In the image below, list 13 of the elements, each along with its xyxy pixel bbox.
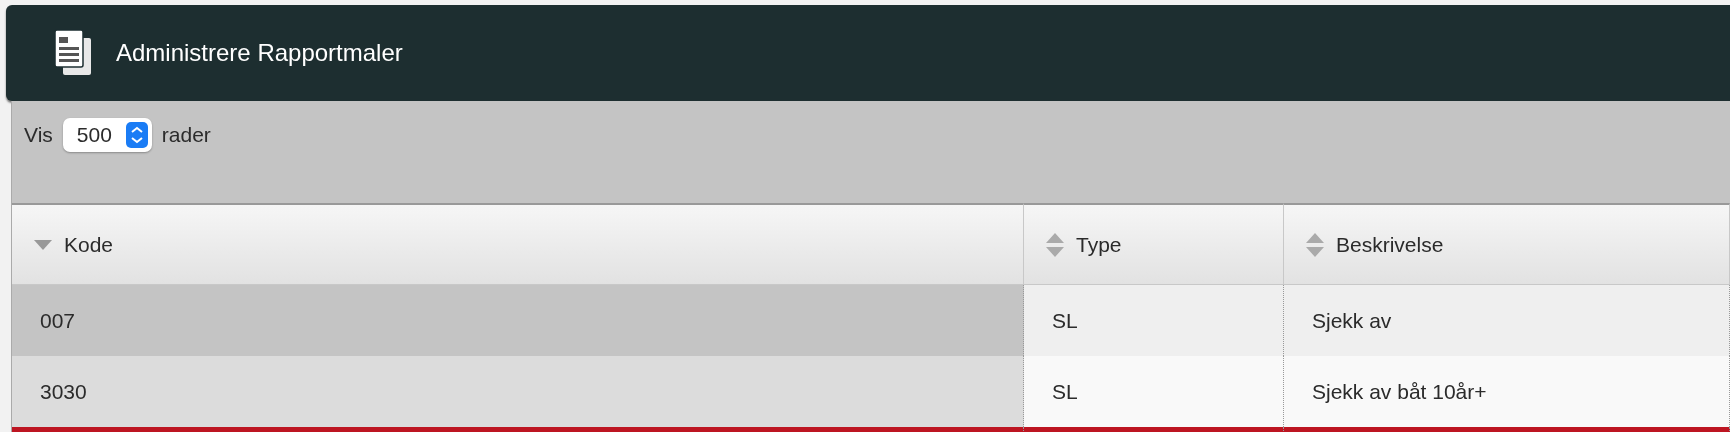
rows-per-page-select[interactable]: 500: [62, 118, 152, 152]
table-cell: 3030: [12, 356, 1024, 427]
table-cell: Sjekk av båt 10år+: [1284, 356, 1730, 427]
window-title: Administrere Rapportmaler: [116, 39, 403, 67]
column-header[interactable]: Beskrivelse: [1284, 203, 1730, 285]
table-cell: SL: [1024, 356, 1284, 427]
stepper-icon: [125, 122, 148, 148]
column-header[interactable]: Type: [1024, 203, 1284, 285]
document-icon: [54, 29, 94, 77]
table-cell: 007: [12, 285, 1024, 356]
show-label: Vis: [24, 123, 53, 147]
column-header[interactable]: Kode: [12, 203, 1024, 285]
rows-label: rader: [161, 123, 211, 147]
